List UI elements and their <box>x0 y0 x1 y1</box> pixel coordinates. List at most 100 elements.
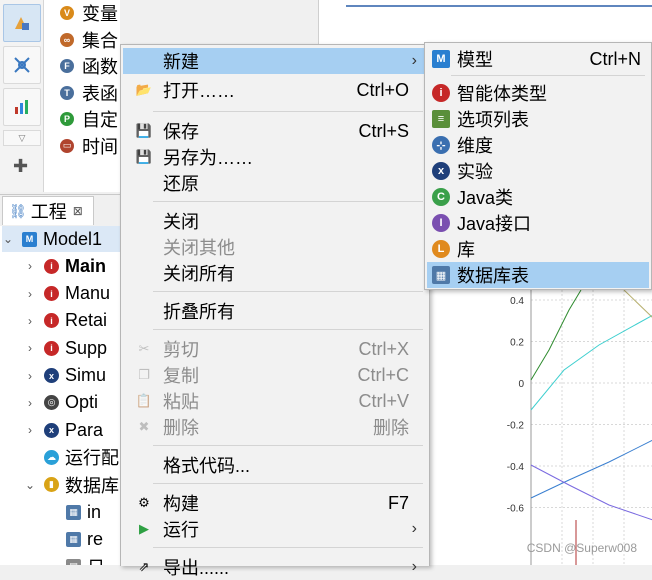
expand-toggle-icon[interactable]: › <box>24 396 36 410</box>
tree-item[interactable]: › i Manu <box>24 281 110 307</box>
expand-toggle-icon[interactable]: › <box>24 341 36 355</box>
tree-item[interactable]: ⌄ ▮ 数据库 <box>24 472 119 498</box>
expand-toggle-icon[interactable]: › <box>24 314 36 328</box>
agent-icon: i <box>44 340 59 356</box>
menu-item-格式代码[interactable]: 格式代码... <box>123 452 427 478</box>
menu-item-新建[interactable]: 新建 › <box>123 48 427 74</box>
save-icon: 💾 <box>135 123 153 138</box>
tree-item-label: Manu <box>65 283 111 304</box>
palette-tool-strip: ▽ ✚ <box>0 0 44 192</box>
menu-item-折叠所有[interactable]: 折叠所有 <box>123 298 427 324</box>
submenu-item-库[interactable]: L库 <box>427 236 649 262</box>
expand-toggle-icon[interactable]: › <box>24 423 36 437</box>
open-folder-icon: 📂 <box>135 82 153 97</box>
menu-item-保存[interactable]: 💾 保存 Ctrl+S <box>123 118 427 144</box>
agent-type-icon: i <box>432 84 450 102</box>
submenu-item-数据库表[interactable]: ▦ 数据库表 <box>427 262 649 288</box>
java-class-icon: C <box>432 188 450 206</box>
palette-item[interactable]: V 变量 <box>60 0 118 26</box>
menu-item-剪切: ✂ 剪切 Ctrl+X <box>123 336 427 362</box>
analysis-tool-icon[interactable] <box>3 88 41 126</box>
tree-item[interactable]: ▦ in <box>46 499 101 525</box>
y-tick-label: 0.4 <box>510 296 524 307</box>
series-cyan-line <box>530 314 652 411</box>
menu-separator <box>153 291 423 292</box>
experiment-icon: x <box>432 162 450 180</box>
menu-item-另存为[interactable]: 💾 另存为…… <box>123 144 427 170</box>
expand-toggle-icon[interactable]: › <box>24 369 36 383</box>
tree-item[interactable]: › ◎ Opti <box>24 390 98 416</box>
series-olive-line <box>623 289 652 318</box>
menu-item-构建[interactable]: ⚙ 构建 F7 <box>123 490 427 516</box>
menu-item-label: 打开…… <box>163 81 235 101</box>
submenu-item-java接口[interactable]: I Java接口 <box>427 210 649 236</box>
tree-item[interactable]: ☁ 运行配 <box>24 444 119 470</box>
library-icon: L <box>432 240 450 258</box>
expand-toggle-icon[interactable]: ⌄ <box>2 232 14 246</box>
submenu-item-选项列表[interactable]: ≡ 选项列表 <box>427 106 649 132</box>
schedule-icon: ▭ <box>60 138 74 153</box>
y-tick-label: 0.2 <box>510 338 524 349</box>
submenu-item-label: 智能体类型 <box>457 84 547 104</box>
menu-item-shortcut: Ctrl+O <box>356 79 409 100</box>
tree-item-label: Simu <box>65 365 107 385</box>
menu-item-label: 运行 <box>163 520 199 540</box>
menu-separator <box>153 201 423 202</box>
palette-item[interactable]: T 表函 <box>60 80 118 106</box>
tree-item-label: re <box>87 528 104 549</box>
submenu-item-模型[interactable]: M 模型 Ctrl+N <box>427 46 649 72</box>
submenu-item-维度[interactable]: ⊹ 维度 <box>427 132 649 158</box>
tree-item-label: Model1 <box>43 228 103 249</box>
project-tree: ⌄ M Model1 › i Main › i Manu › i Retai › i Supp › x Simu ›… <box>0 226 120 565</box>
log-icon: ▤ <box>66 559 81 565</box>
add-palette-icon[interactable]: ✚ <box>13 156 28 177</box>
menu-item-还原[interactable]: 还原 <box>123 170 427 196</box>
menu-item-关闭[interactable]: 关闭 <box>123 208 427 234</box>
palette-item[interactable]: ▭ 时间 <box>60 133 118 159</box>
tab-project[interactable]: ⛓ 工程 ⊠ <box>2 196 94 225</box>
palette-item[interactable]: P 自定 <box>60 106 118 132</box>
tree-item[interactable]: › x Simu <box>24 363 106 389</box>
menu-item-label: 构建 <box>163 494 199 514</box>
tree-item-label: Para <box>65 419 104 440</box>
menu-item-导出[interactable]: ⇗ 导出...... › <box>123 554 427 580</box>
submenu-item-java类[interactable]: C Java类 <box>427 184 649 210</box>
tree-item-label: 日 <box>87 554 105 565</box>
run-icon: ▶ <box>139 521 149 536</box>
y-tick-label: -0.2 <box>507 421 525 432</box>
connectors-tool-icon[interactable] <box>3 46 41 84</box>
y-tick-label: 0 <box>518 379 524 390</box>
tree-item[interactable]: › ▤ 日 <box>46 554 105 565</box>
tree-item[interactable]: › i Supp <box>24 335 107 361</box>
menu-item-运行[interactable]: ▶ 运行 › <box>123 516 427 542</box>
submenu-item-智能体类型[interactable]: i 智能体类型 <box>427 80 649 106</box>
palette-item[interactable]: F 函数 <box>60 53 118 79</box>
series-purple-line <box>530 464 652 521</box>
expand-toggle-icon[interactable]: › <box>24 287 36 301</box>
palette-scroll-down-icon[interactable]: ▽ <box>3 130 41 146</box>
tree-item[interactable]: ⌄ M Model1 <box>2 226 120 252</box>
tree-item[interactable]: ▦ re <box>46 526 103 552</box>
agent-main-icon: i <box>44 258 59 274</box>
expand-toggle-icon[interactable]: › <box>24 259 36 273</box>
palette-item-label: 集合 <box>82 30 118 51</box>
tree-item[interactable]: › i Retai <box>24 308 107 334</box>
menu-item-关闭所有[interactable]: 关闭所有 <box>123 260 427 286</box>
submenu-item-label: Java接口 <box>457 214 532 234</box>
tree-item[interactable]: › i Main <box>24 253 106 279</box>
agent-icon: i <box>44 313 59 329</box>
palette-item[interactable]: ∞ 集合 <box>60 27 118 53</box>
submenu-item-实验[interactable]: x 实验 <box>427 158 649 184</box>
menu-item-shortcut: Ctrl+C <box>357 364 409 385</box>
menu-item-打开[interactable]: 📂 打开…… Ctrl+O <box>123 77 427 103</box>
submenu-item-label: 模型 <box>457 50 493 70</box>
tree-item[interactable]: › x Para <box>24 417 103 443</box>
submenu-arrow-icon: › <box>411 558 417 575</box>
expand-toggle-icon[interactable]: ⌄ <box>24 478 36 492</box>
submenu-item-label: 维度 <box>457 136 493 156</box>
shapes-tool-icon[interactable] <box>3 4 41 42</box>
menu-item-label: 保存 <box>163 122 199 142</box>
submenu-item-shortcut: Ctrl+N <box>589 48 641 69</box>
expand-toggle-icon[interactable]: › <box>46 560 58 565</box>
close-icon[interactable]: ⊠ <box>73 204 83 218</box>
